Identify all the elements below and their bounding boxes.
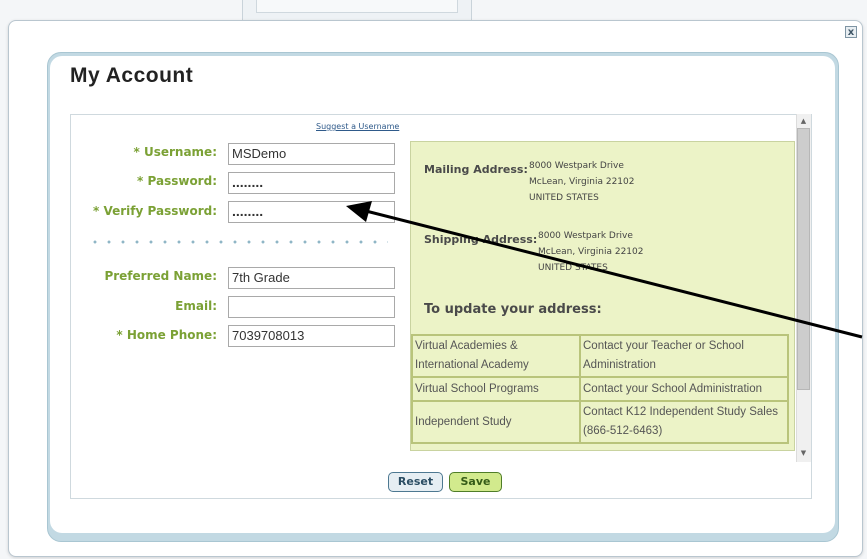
- verify-password-field[interactable]: ........: [228, 201, 395, 223]
- contact-table: Virtual Academies & International Academ…: [411, 334, 789, 444]
- shipping-address-label: Shipping Address:: [424, 233, 538, 246]
- table-row: Virtual Academies & International Academ…: [412, 335, 788, 377]
- program-cell: Independent Study: [412, 401, 580, 443]
- shipping-address-line: UNITED STATES: [538, 263, 608, 273]
- username-label: * Username:: [133, 145, 217, 159]
- preferred-name-field[interactable]: 7th Grade: [228, 267, 395, 289]
- shipping-address-line: 8000 Westpark Drive: [538, 231, 633, 241]
- home-phone-field[interactable]: 7039708013: [228, 325, 395, 347]
- contact-cell: Contact K12 Independent Study Sales (866…: [580, 401, 788, 443]
- username-field[interactable]: MSDemo: [228, 143, 395, 165]
- table-row: Virtual School Programs Contact your Sch…: [412, 377, 788, 401]
- preferred-name-label: Preferred Name:: [104, 269, 217, 283]
- close-icon[interactable]: x: [848, 27, 854, 38]
- password-label: * Password:: [137, 174, 217, 188]
- scrollbar-thumb[interactable]: [797, 128, 810, 390]
- save-button[interactable]: Save: [449, 472, 502, 492]
- scroll-up-icon[interactable]: ▲: [798, 116, 809, 126]
- reset-button[interactable]: Reset: [388, 472, 443, 492]
- home-phone-label: * Home Phone:: [116, 328, 217, 342]
- email-label: Email:: [175, 299, 217, 313]
- dialog-title: My Account: [70, 64, 194, 87]
- contact-cell: Contact your Teacher or School Administr…: [580, 335, 788, 377]
- contact-cell: Contact your School Administration: [580, 377, 788, 401]
- suggest-username-link[interactable]: Suggest a Username: [316, 122, 399, 131]
- program-cell: Virtual Academies & International Academ…: [412, 335, 580, 377]
- mailing-address-line: 8000 Westpark Drive: [529, 161, 624, 171]
- mailing-address-label: Mailing Address:: [424, 163, 528, 176]
- close-button[interactable]: x: [845, 26, 857, 38]
- program-cell: Virtual School Programs: [412, 377, 580, 401]
- update-address-heading: To update your address:: [424, 302, 602, 317]
- email-field[interactable]: [228, 296, 395, 318]
- verify-password-label: * Verify Password:: [93, 204, 217, 218]
- table-row: Independent Study Contact K12 Independen…: [412, 401, 788, 443]
- scroll-down-icon[interactable]: ▼: [798, 448, 809, 458]
- password-field[interactable]: ........: [228, 172, 395, 194]
- background-card-inner: [256, 0, 458, 13]
- dotted-divider: [88, 240, 388, 244]
- mailing-address-line: McLean, Virginia 22102: [529, 177, 635, 187]
- mailing-address-line: UNITED STATES: [529, 193, 599, 203]
- shipping-address-line: McLean, Virginia 22102: [538, 247, 644, 257]
